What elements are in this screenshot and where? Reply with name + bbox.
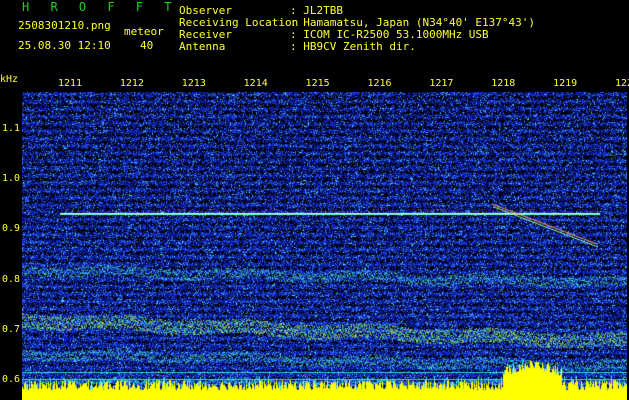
freq-tick-label: 0.8 (2, 273, 21, 285)
time-tick-label: 1211 (58, 78, 83, 89)
time-tick-label: 1216 (367, 78, 392, 89)
freq-tick-label: 1.1 (2, 123, 21, 134)
time-tick-label: 1215 (305, 78, 330, 89)
freq-tick-label: 0.9 (2, 223, 21, 235)
spectrogram-canvas (22, 92, 627, 400)
time-tick-label: 1214 (243, 78, 268, 89)
time-tick-label: 1217 (429, 78, 454, 89)
time-tick-label: 1213 (181, 78, 206, 89)
freq-axis: 1.1 1.0 0.9 0.8 0.7 0.6 (0, 76, 22, 400)
antenna-label: Antenna (179, 40, 226, 53)
time-axis: 1211 1212 1213 1214 1215 1216 1217 1218 1219 1220 (22, 76, 629, 92)
time-tick-label: 1220 (615, 78, 629, 89)
hrofft-screen: H R O F F T 2508301210.png meteor 25.08.… (0, 0, 629, 400)
time-tick-label: 1212 (119, 78, 144, 89)
count-label: meteor (124, 25, 164, 38)
app-title: H R O F F T (22, 0, 179, 14)
filename-label: 2508301210.png (18, 19, 111, 32)
datetime-label: 25.08.30 12:10 (18, 39, 111, 52)
time-tick-label: 1218 (491, 78, 516, 89)
freq-tick-label: 1.0 (2, 173, 21, 185)
freq-tick-label: 0.6 (2, 374, 21, 385)
freq-tick-label: 0.7 (2, 323, 21, 335)
time-tick-label: 1219 (553, 78, 578, 89)
antenna-value: : HB9CV Zenith dir. (290, 40, 416, 53)
count-value: 40 (140, 39, 154, 52)
